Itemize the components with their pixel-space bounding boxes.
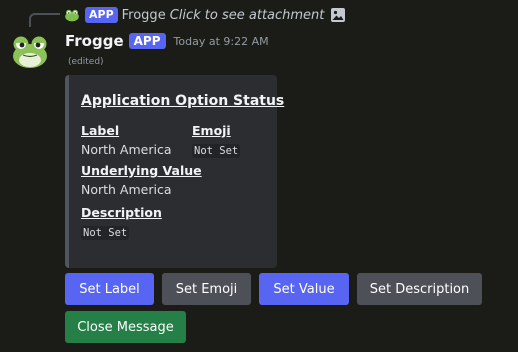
author-name[interactable]: Frogge: [65, 32, 124, 50]
edited-marker: (edited): [68, 57, 104, 67]
set-label-button[interactable]: Set Label: [65, 273, 154, 305]
reply-attachment-text[interactable]: Click to see attachment: [170, 8, 325, 23]
message-timestamp[interactable]: Today at 9:22 AM: [174, 35, 269, 48]
set-value-button[interactable]: Set Value: [259, 273, 349, 305]
embed-field-row: Label North America Emoji Not Set: [81, 123, 267, 158]
field-description-value: Not Set: [81, 226, 130, 240]
set-description-button[interactable]: Set Description: [357, 273, 482, 305]
field-emoji-name: Emoji: [192, 123, 231, 138]
reply-author[interactable]: Frogge: [122, 8, 166, 23]
embed-title: Application Option Status: [81, 93, 285, 109]
field-label-value: North America: [81, 142, 172, 157]
field-description-name: Description: [81, 205, 162, 220]
field-emoji-value: Not Set: [192, 144, 241, 158]
set-emoji-button[interactable]: Set Emoji: [162, 273, 251, 305]
author-avatar[interactable]: [10, 30, 50, 70]
reply-app-badge: APP: [85, 7, 118, 23]
field-underlying-value: Underlying Value North America: [81, 163, 267, 197]
image-icon: [330, 7, 346, 23]
reply-connector-line: [29, 13, 60, 27]
message-header: Frogge APP Today at 9:22 AM: [65, 30, 269, 52]
field-emoji: Emoji Not Set: [192, 123, 241, 158]
close-message-button[interactable]: Close Message: [65, 311, 186, 343]
reply-preview[interactable]: APP Frogge Click to see attachment: [64, 5, 346, 25]
field-underlying-name: Underlying Value: [81, 163, 202, 178]
field-label-name: Label: [81, 123, 120, 138]
reply-avatar: [64, 7, 80, 23]
field-label: Label North America: [81, 123, 192, 157]
status-embed: Application Option Status Label North Am…: [65, 75, 285, 268]
field-underlying-text: North America: [81, 182, 172, 197]
app-badge: APP: [128, 33, 166, 49]
field-description: Description Not Set: [81, 205, 267, 240]
